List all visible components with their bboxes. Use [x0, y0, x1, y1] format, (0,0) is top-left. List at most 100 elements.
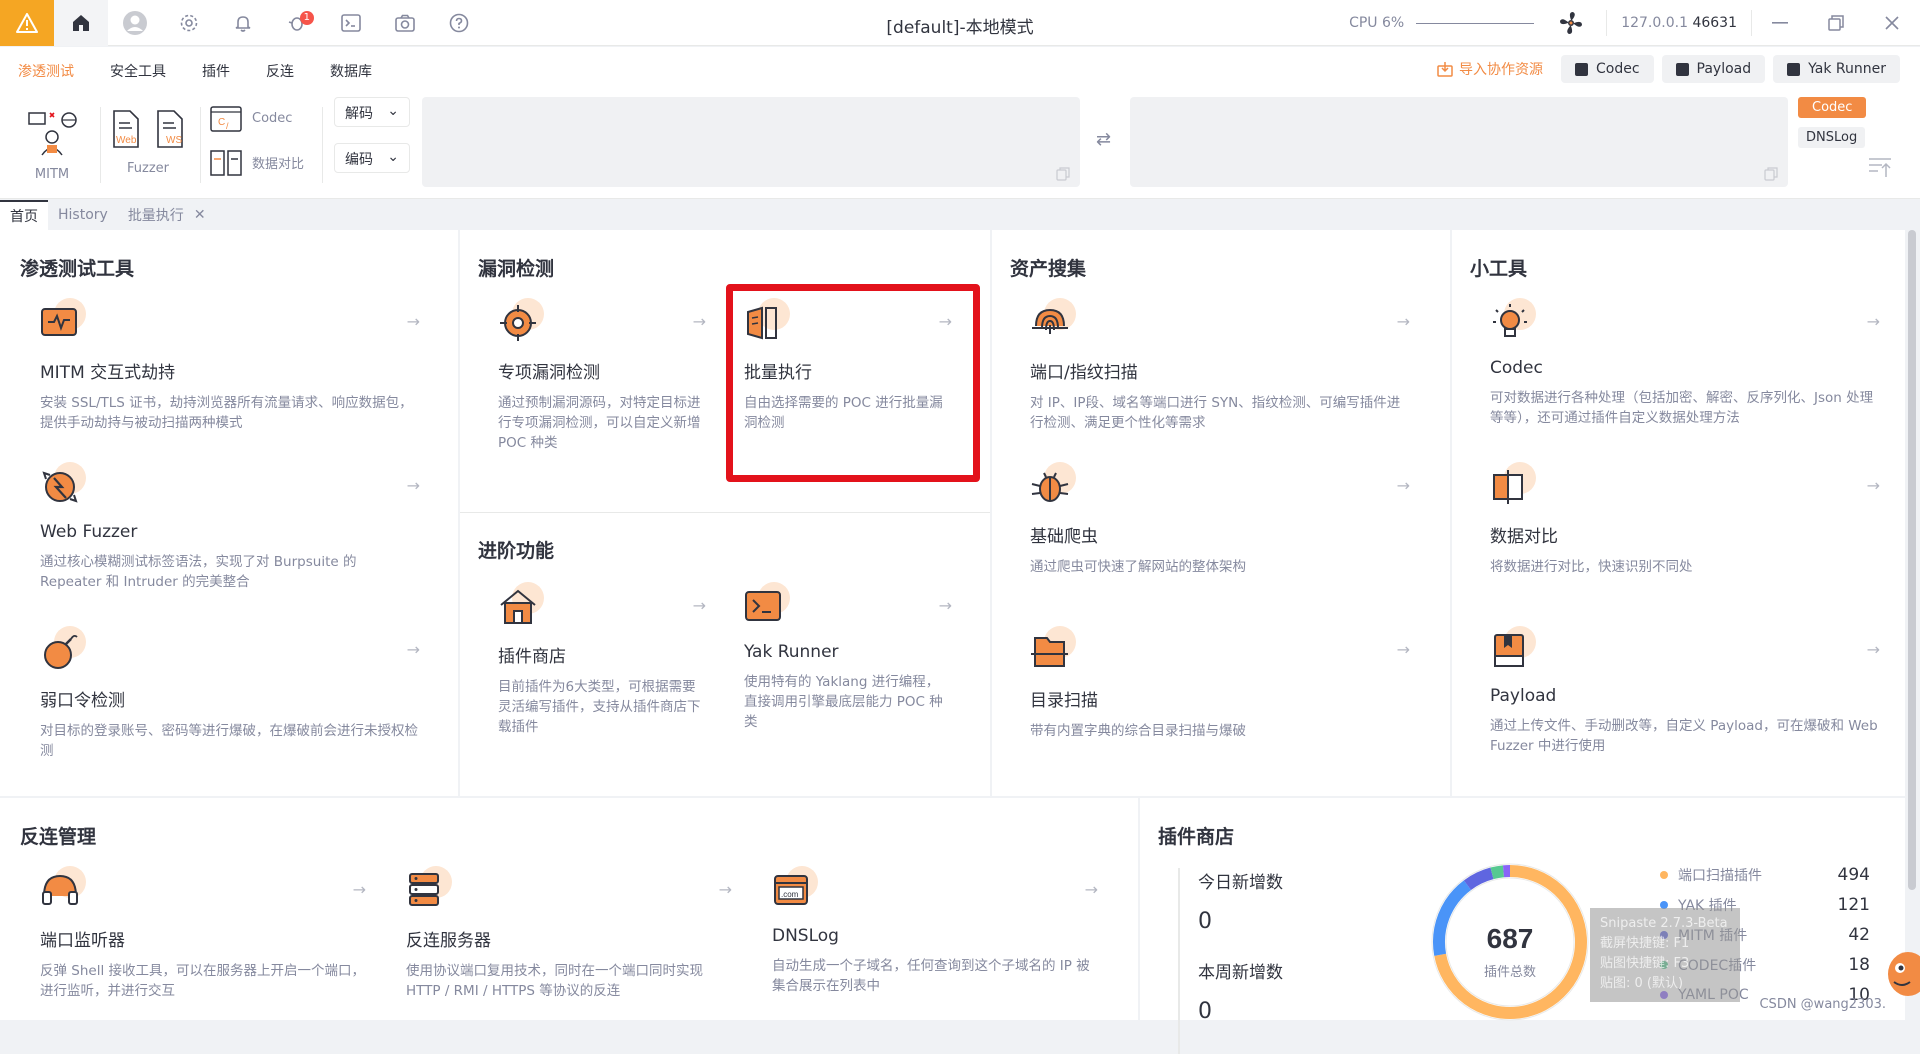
plugin-store-title: 插件商店 — [1158, 822, 1234, 849]
payload-shortcut-button[interactable]: Payload — [1662, 55, 1766, 83]
card-desc: 使用特有的 Yaklang 进行编程，直接调用引擎最底层能力 POC 种类 — [744, 672, 952, 732]
card-web-fuzzer[interactable]: → Web Fuzzer 通过核心模糊测试标签语法，实现了对 Burpsuite… — [40, 466, 420, 592]
tab-close-icon[interactable]: ✕ — [194, 207, 206, 223]
codec-output-area[interactable] — [1130, 97, 1788, 187]
card-desc: 通过上传文件、手动删改等，自定义 Payload，可在爆破和 Web Fuzze… — [1490, 716, 1880, 756]
copy-icon[interactable] — [1764, 167, 1778, 181]
mascot-icon — [1880, 938, 1920, 998]
card-yak-runner[interactable]: → Yak Runner 使用特有的 Yaklang 进行编程，直接调用引擎最底… — [744, 586, 952, 732]
yak-runner-shortcut-button[interactable]: Yak Runner — [1773, 55, 1900, 83]
menu-item-security-tools[interactable]: 安全工具 — [92, 61, 184, 81]
card-title: Payload — [1490, 686, 1880, 706]
swap-icon[interactable]: ⇄ — [1096, 129, 1111, 150]
card-payload[interactable]: → Payload 通过上传文件、手动删改等，自定义 Payload，可在爆破和… — [1490, 630, 1880, 756]
gear-icon[interactable] — [162, 0, 216, 46]
card-port-listener[interactable]: → 端口监听器 反弹 Shell 接收工具，可以在服务器上开启一个端口，进行监听… — [40, 870, 366, 1001]
svg-text:/: / — [226, 121, 229, 131]
dot-com-icon: .com — [772, 870, 814, 912]
card-dnslog[interactable]: .com → DNSLog 自动生成一个子域名，任何查询到这个子域名的 IP 被… — [772, 870, 1098, 996]
card-title: 专项漏洞检测 — [498, 358, 706, 383]
ws-fuzzer-icon[interactable]: WS — [154, 109, 186, 149]
vuln-detect-title: 漏洞检测 — [478, 254, 554, 281]
mitm-tool[interactable]: MITM — [24, 109, 80, 182]
card-mitm[interactable]: → MITM 交互式劫持 安装 SSL/TLS 证书，劫持浏览器所有流量请求、响… — [40, 302, 420, 433]
bug-notice-icon[interactable]: 1 — [270, 0, 324, 46]
card-port-scan[interactable]: → 端口/指纹扫描 对 IP、IP段、域名等端口进行 SYN、指纹检测、可编写插… — [1030, 302, 1410, 433]
encode-select[interactable]: 编码⌄ — [334, 143, 410, 173]
payload-shortcut-label: Payload — [1697, 61, 1752, 77]
today-new-value: 0 — [1198, 909, 1283, 934]
tab-home[interactable]: 首页 — [0, 200, 48, 230]
svg-text:.com: .com — [781, 890, 799, 899]
copy-icon[interactable] — [1056, 167, 1070, 181]
vertical-scrollbar[interactable] — [1908, 230, 1916, 890]
compare-icon — [1490, 466, 1532, 508]
minimize-icon[interactable] — [1752, 0, 1808, 46]
card-data-compare[interactable]: → 数据对比 将数据进行对比，快速识别不同处 — [1490, 466, 1880, 577]
store-house-icon — [498, 586, 540, 628]
home-icon[interactable] — [54, 0, 108, 46]
card-desc: 自动生成一个子域名，任何查询到这个子域名的 IP 被集合展示在列表中 — [772, 956, 1098, 996]
legend-row: 端口扫描插件494 — [1660, 860, 1870, 890]
card-title: Web Fuzzer — [40, 522, 420, 542]
tab-history[interactable]: History — [48, 200, 118, 230]
tab-batch-exec[interactable]: 批量执行 ✕ — [118, 200, 216, 230]
codec-input-area[interactable] — [422, 97, 1080, 187]
collapse-toolbar-icon[interactable] — [1868, 157, 1892, 179]
fuzzer-tool[interactable]: Web WS Fuzzer — [108, 109, 188, 176]
card-desc: 通过爬虫可快速了解网站的整体架构 — [1030, 557, 1410, 577]
card-reverse-server[interactable]: → 反连服务器 使用协议端口复用技术，同时在一个端口同时实现 HTTP / RM… — [406, 870, 732, 1001]
engine-address[interactable]: 127.0.0.1 46631 — [1606, 10, 1752, 36]
menu-item-database[interactable]: 数据库 — [312, 61, 390, 81]
arrow-right-icon: → — [353, 880, 366, 899]
card-title: 弱口令检测 — [40, 686, 420, 711]
title-bar: 1 [default]-本地模式 CPU 6% 127.0.0.1 46631 — [0, 0, 1920, 46]
avatar-icon[interactable] — [108, 0, 162, 46]
card-title: 基础爬虫 — [1030, 522, 1410, 547]
import-resource-label: 导入协作资源 — [1459, 59, 1543, 79]
web-fuzzer-icon[interactable]: Web — [110, 109, 142, 149]
snip-line: 贴图: 0 (默认) — [1600, 974, 1730, 994]
help-icon[interactable] — [432, 0, 486, 46]
camera-icon[interactable] — [378, 0, 432, 46]
codec-tool[interactable]: C/ Codec — [210, 103, 292, 133]
card-desc: 将数据进行对比，快速识别不同处 — [1490, 557, 1880, 577]
card-special-vuln[interactable]: → 专项漏洞检测 通过预制漏洞源码，对特定目标进行专项漏洞检测，可以自定义新增 … — [498, 302, 706, 453]
card-title: DNSLog — [772, 926, 1098, 946]
decode-select[interactable]: 解码⌄ — [334, 97, 410, 127]
card-codec[interactable]: → Codec 可对数据进行各种处理（包括加密、解密、反序列化、Json 处理等… — [1490, 302, 1880, 428]
headset-icon — [40, 870, 82, 912]
bell-icon[interactable] — [216, 0, 270, 46]
cpu-sparkline — [1416, 23, 1534, 24]
tab-batch-exec-label: 批量执行 — [128, 205, 184, 225]
menu-item-plugins[interactable]: 插件 — [184, 61, 248, 81]
stat-bar — [1178, 868, 1180, 964]
menu-item-reverse[interactable]: 反连 — [248, 61, 312, 81]
card-weak-password[interactable]: → 弱口令检测 对目标的登录账号、密码等进行爆破，在爆破前会进行未授权检测 — [40, 630, 420, 761]
week-new-value: 0 — [1198, 999, 1283, 1024]
chevron-down-icon: ⌄ — [387, 103, 399, 119]
close-icon[interactable] — [1864, 0, 1920, 46]
menu-item-pentest[interactable]: 渗透测试 — [0, 61, 92, 81]
asset-collect-panel: 资产搜集 → 端口/指纹扫描 对 IP、IP段、域名等端口进行 SYN、指纹检测… — [992, 230, 1450, 796]
engine-ip: 127.0.0.1 — [1621, 15, 1688, 31]
import-resource-link[interactable]: 导入协作资源 — [1437, 59, 1543, 79]
engine-fan-icon[interactable] — [1558, 10, 1584, 36]
card-plugin-store[interactable]: → 插件商店 目前插件为6大类型，可根据需要灵活编写插件，支持从插件商店下载插件 — [498, 586, 706, 737]
side-codec-tab[interactable]: Codec — [1798, 97, 1866, 118]
card-dir-scan[interactable]: → 目录扫描 带有内置字典的综合目录扫描与爆破 — [1030, 630, 1410, 741]
card-crawler[interactable]: → 基础爬虫 通过爬虫可快速了解网站的整体架构 — [1030, 466, 1410, 577]
fingerprint-icon — [1030, 302, 1072, 344]
lightbulb-icon — [1490, 302, 1532, 344]
asset-collect-title: 资产搜集 — [1010, 254, 1086, 281]
warning-icon[interactable] — [0, 0, 54, 46]
restore-icon[interactable] — [1808, 0, 1864, 46]
terminal-icon[interactable] — [324, 0, 378, 46]
spider-bug-icon — [1030, 466, 1072, 508]
data-compare-tool[interactable]: 数据对比 — [210, 147, 304, 177]
codec-shortcut-button[interactable]: Codec — [1561, 55, 1654, 83]
side-dnslog-tab[interactable]: DNSLog — [1798, 127, 1865, 148]
card-title: Codec — [1490, 358, 1880, 378]
card-desc: 通过核心模糊测试标签语法，实现了对 Burpsuite 的 Repeater 和… — [40, 552, 420, 592]
snip-line: Snipaste 2.7.3-Beta — [1600, 914, 1730, 934]
